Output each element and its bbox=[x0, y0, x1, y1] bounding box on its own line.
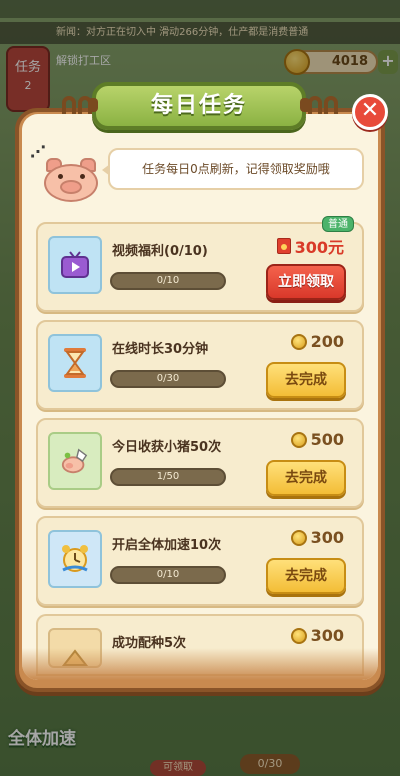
task-reward: 300 bbox=[290, 528, 344, 547]
task-progress-bar: 0/30 bbox=[110, 370, 226, 388]
task-thumbnail bbox=[48, 530, 102, 588]
task-name: 今日收获小猪50次 bbox=[112, 440, 222, 455]
task-name: 视频福利(0/10) bbox=[112, 244, 208, 259]
banner-knob bbox=[88, 98, 98, 112]
task-reward-value: 300元 bbox=[294, 238, 344, 257]
coin-icon bbox=[290, 529, 307, 546]
go-complete-button[interactable]: 去完成 bbox=[266, 362, 346, 398]
task-reward: 300 bbox=[290, 626, 344, 645]
task-thumbnail bbox=[48, 334, 102, 392]
banner-knob bbox=[300, 98, 310, 112]
task-reward-value: 200 bbox=[310, 332, 344, 351]
modal-title-banner: 每日任务 bbox=[88, 82, 310, 130]
task-card-online-time: 在线时长30分钟 0/30 200 去完成 bbox=[36, 320, 364, 410]
task-reward: 200 bbox=[290, 332, 344, 351]
go-complete-button[interactable]: 去完成 bbox=[266, 460, 346, 496]
coin-icon bbox=[290, 333, 307, 350]
task-progress-bar: 0/10 bbox=[110, 566, 226, 584]
coin-icon bbox=[290, 431, 307, 448]
task-reward-value: 300 bbox=[310, 626, 344, 645]
alarm-clock-icon bbox=[60, 542, 90, 576]
refresh-notice: 任务每日0点刷新，记得领取奖励哦 bbox=[102, 148, 364, 190]
coin-icon bbox=[290, 627, 307, 644]
task-reward-value: 500 bbox=[310, 430, 344, 449]
list-bottom-fade bbox=[22, 648, 378, 680]
task-name: 在线时长30分钟 bbox=[112, 342, 209, 357]
task-card-video: 普通 视频福利(0/10) 0/10 300元 立即领取 bbox=[36, 216, 364, 312]
task-thumbnail bbox=[48, 432, 102, 490]
task-reward-value: 300 bbox=[310, 528, 344, 547]
claim-now-button[interactable]: 立即领取 bbox=[266, 264, 346, 300]
task-reward: 500 bbox=[290, 430, 344, 449]
modal-title: 每日任务 bbox=[150, 93, 247, 118]
task-thumbnail bbox=[48, 236, 102, 294]
task-card-accelerate: 开启全体加速10次 0/10 300 去完成 bbox=[36, 516, 364, 606]
task-tag-badge: 普通 bbox=[322, 216, 354, 232]
close-button[interactable]: ✕ bbox=[352, 94, 388, 130]
task-card-harvest-pigs: 今日收获小猪50次 1/50 500 去完成 bbox=[36, 418, 364, 508]
task-progress-bar: 1/50 bbox=[110, 468, 226, 486]
pig-harvest-icon bbox=[60, 444, 90, 478]
red-packet-icon bbox=[276, 238, 291, 254]
task-name: 开启全体加速10次 bbox=[112, 538, 222, 553]
video-tv-icon bbox=[60, 248, 90, 282]
pig-mascot-icon bbox=[40, 158, 102, 204]
hourglass-icon bbox=[60, 346, 90, 380]
go-complete-button[interactable]: 去完成 bbox=[266, 558, 346, 594]
task-progress-bar: 0/10 bbox=[110, 272, 226, 290]
task-reward: 300元 bbox=[276, 234, 344, 258]
